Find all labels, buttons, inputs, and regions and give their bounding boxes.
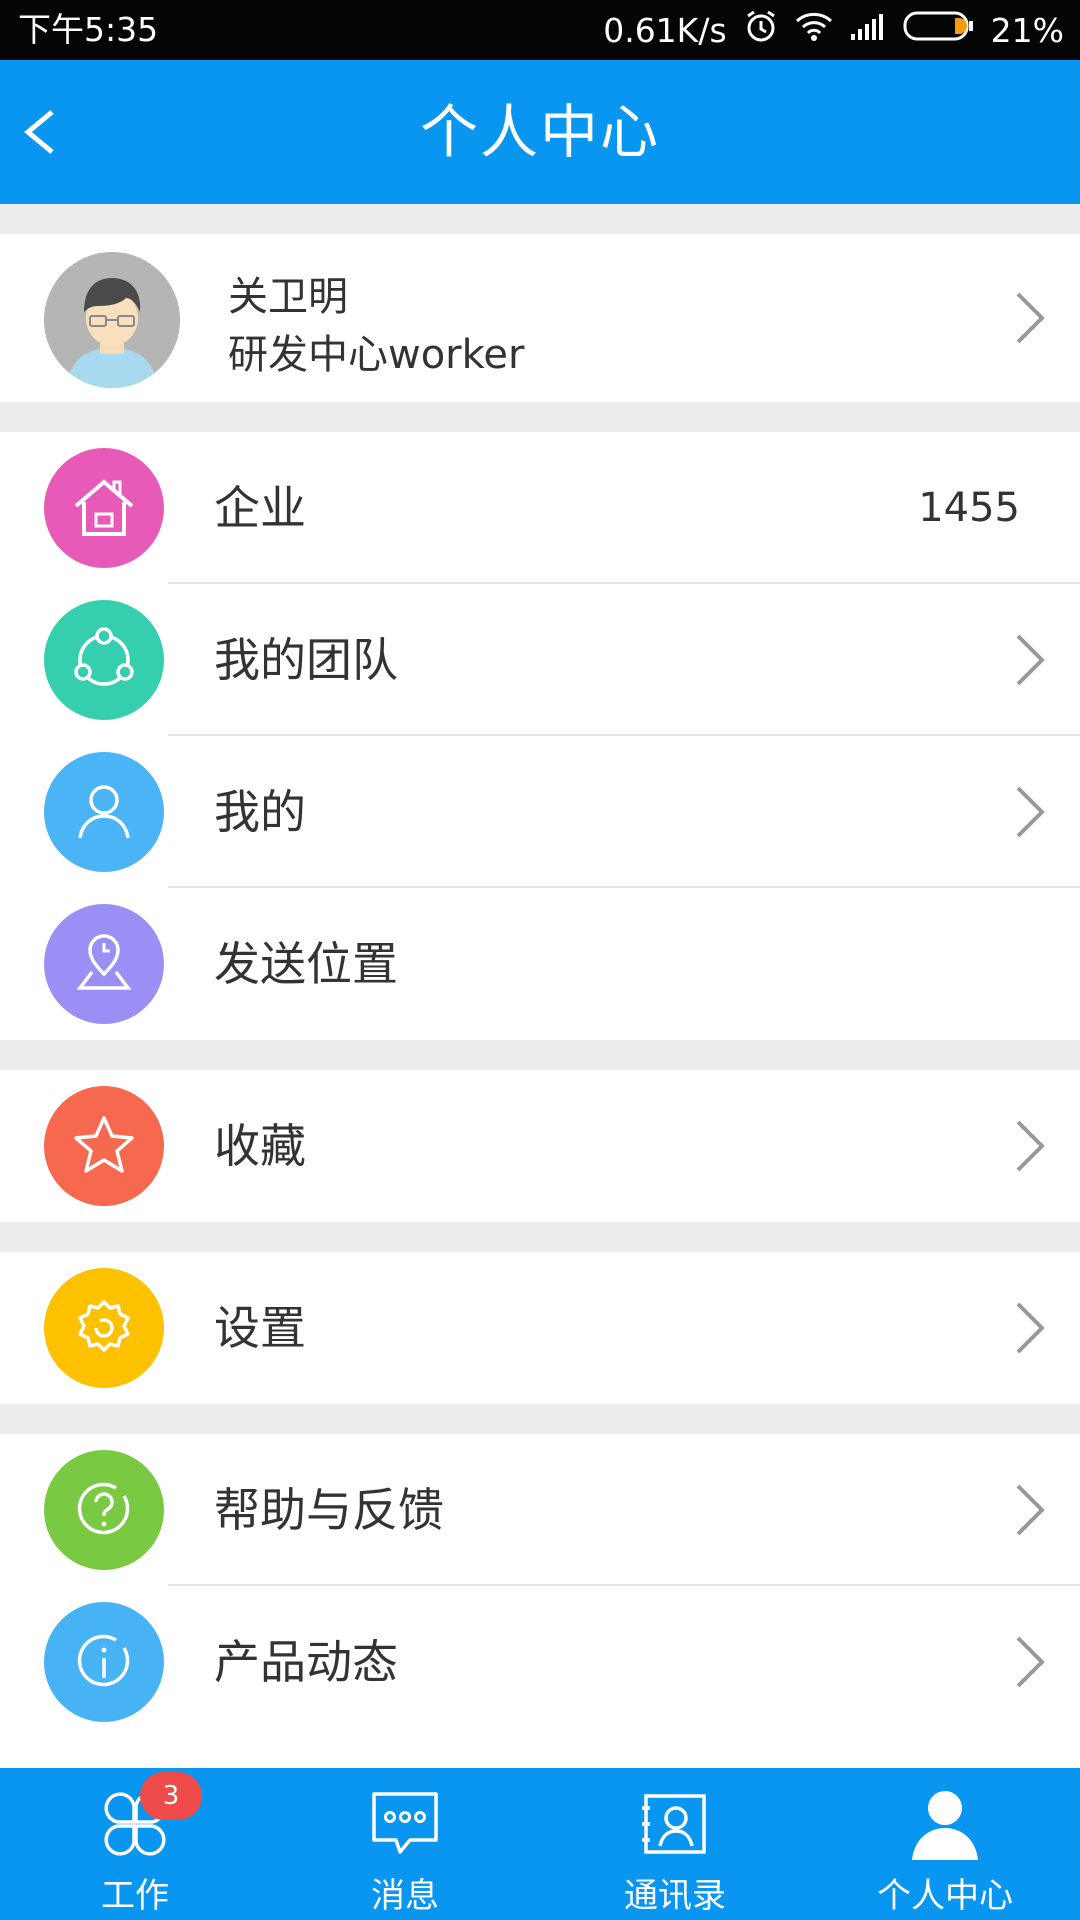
chevron-right-icon: [1016, 786, 1045, 838]
tab-label: 个人中心: [877, 1876, 1013, 1916]
menu-item-settings[interactable]: 设置: [0, 1252, 1080, 1404]
star-icon: [44, 1086, 164, 1206]
message-icon: [372, 1792, 438, 1854]
chevron-right-icon: [1016, 1484, 1045, 1536]
menu-group-main: 企业 1455 我的团队 我的 发送位置: [0, 432, 1080, 1040]
app-bar: 个人中心: [0, 60, 1080, 204]
menu-group-favorites: 收藏: [0, 1070, 1080, 1222]
enterprise-count: 1455: [918, 485, 1020, 531]
signal-icon: [849, 11, 887, 50]
chevron-right-icon: [1016, 1302, 1045, 1354]
team-icon: [44, 600, 164, 720]
tab-contacts[interactable]: 通讯录: [540, 1768, 810, 1920]
tab-label: 通讯录: [624, 1876, 726, 1916]
contacts-icon: [642, 1794, 706, 1854]
menu-item-label: 发送位置: [214, 937, 398, 991]
person-icon: [912, 1791, 978, 1860]
menu-item-label: 设置: [214, 1301, 306, 1355]
menu-item-label: 产品动态: [214, 1635, 398, 1689]
network-speed: 0.61K/s: [603, 10, 727, 50]
tab-label: 消息: [371, 1876, 439, 1916]
profile-department: 研发中心worker: [228, 332, 525, 378]
person-icon: [44, 752, 164, 872]
page-title: 个人中心: [419, 98, 660, 166]
menu-group-settings: 设置: [0, 1252, 1080, 1404]
menu-item-enterprise[interactable]: 企业 1455: [0, 432, 1080, 584]
house-icon: [44, 448, 164, 568]
bottom-tab-bar: 3 工作 消息 通讯录 个人中心: [0, 1768, 1080, 1920]
menu-item-label: 企业: [214, 481, 306, 535]
status-bar: 下午5:35 0.61K/s 21%: [0, 0, 1080, 60]
question-icon: [44, 1450, 164, 1570]
menu-group-help: 帮助与反馈 产品动态: [0, 1434, 1080, 1768]
status-right: 0.61K/s 21%: [603, 0, 1064, 60]
chevron-right-icon: [1016, 634, 1045, 686]
tab-label: 工作: [101, 1876, 169, 1916]
menu-item-label: 帮助与反馈: [214, 1483, 444, 1537]
gear-icon: [44, 1268, 164, 1388]
tab-messages[interactable]: 消息: [270, 1768, 540, 1920]
chevron-right-icon: [1016, 292, 1045, 344]
wifi-icon: [795, 10, 833, 50]
menu-item-label: 我的: [214, 785, 306, 839]
menu-item-favorites[interactable]: 收藏: [0, 1070, 1080, 1222]
tab-work[interactable]: 3 工作: [0, 1768, 270, 1920]
chevron-right-icon: [1016, 1636, 1045, 1688]
battery-icon: [903, 10, 975, 50]
avatar: [44, 252, 180, 388]
menu-item-help-feedback[interactable]: 帮助与反馈: [0, 1434, 1080, 1586]
menu-item-label: 我的团队: [214, 633, 398, 687]
menu-item-product-news[interactable]: 产品动态: [0, 1586, 1080, 1738]
menu-item-mine[interactable]: 我的: [0, 736, 1080, 888]
status-time: 下午5:35: [18, 10, 159, 49]
profile-name: 关卫明: [228, 274, 348, 320]
menu-item-label: 收藏: [214, 1119, 306, 1173]
alarm-icon: [743, 8, 779, 52]
menu-item-my-team[interactable]: 我的团队: [0, 584, 1080, 736]
chevron-right-icon: [1016, 1120, 1045, 1172]
battery-percent: 21%: [990, 10, 1064, 50]
location-icon: [44, 904, 164, 1024]
notification-badge: 3: [140, 1772, 202, 1820]
tab-personal-center[interactable]: 个人中心: [810, 1768, 1080, 1920]
info-icon: [44, 1602, 164, 1722]
menu-item-send-location[interactable]: 发送位置: [0, 888, 1080, 1040]
profile-card[interactable]: 关卫明 研发中心worker: [0, 234, 1080, 402]
